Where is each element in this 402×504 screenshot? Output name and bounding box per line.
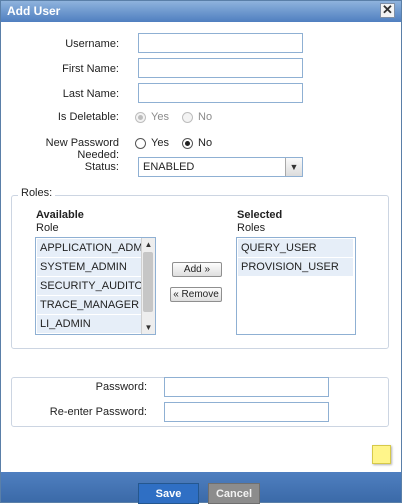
is-deletable-no-radio (182, 112, 193, 123)
dialog-title: Add User (7, 4, 61, 18)
is-deletable-yes-radio (135, 112, 146, 123)
last-name-label: Last Name: (62, 88, 119, 100)
new-password-needed-label: New Password Needed: (45, 137, 119, 161)
scroll-up-icon[interactable]: ▲ (142, 238, 155, 251)
new-password-yes-label: Yes (151, 137, 169, 149)
new-password-yes-radio[interactable] (135, 138, 146, 149)
roles-legend: Roles: (18, 187, 56, 199)
available-roles-list[interactable]: APPLICATION_ADMIN SYSTEM_ADMIN SECURITY_… (35, 237, 156, 335)
scroll-thumb[interactable] (143, 252, 153, 312)
last-name-input[interactable] (138, 83, 303, 103)
list-item[interactable]: TRACE_MANAGER (37, 296, 153, 314)
is-deletable-yes-label: Yes (151, 111, 169, 123)
list-item[interactable]: APPLICATION_ADMIN (37, 239, 154, 257)
sticky-note-icon[interactable] (372, 445, 391, 464)
list-item[interactable]: QUERY_USER (238, 239, 353, 257)
password-label: Password: (95, 381, 147, 393)
selected-roles-list[interactable]: QUERY_USER PROVISION_USER (236, 237, 356, 335)
status-label: Status: (84, 161, 119, 173)
footer-bar (1, 472, 401, 502)
list-item[interactable]: SECURITY_AUDITOR (37, 277, 153, 295)
close-icon[interactable]: ✕ (380, 3, 395, 18)
username-input[interactable] (138, 33, 303, 53)
chevron-down-icon[interactable]: ▼ (285, 158, 302, 176)
add-role-button[interactable]: Add » (172, 262, 222, 277)
selected-heading: Selected (237, 209, 283, 221)
list-item[interactable]: PROVISION_USER (238, 258, 353, 276)
selected-subheading: Roles (237, 222, 266, 234)
add-user-dialog: Add User ✕ Username: First Name: Last Na… (0, 0, 402, 503)
save-button[interactable]: Save (138, 483, 199, 504)
list-item[interactable]: LI_ADMIN (37, 315, 153, 333)
list-item[interactable]: SYSTEM_ADMIN (37, 258, 153, 276)
first-name-input[interactable] (138, 58, 303, 78)
is-deletable-no-label: No (198, 111, 213, 123)
status-value: ENABLED (143, 161, 195, 173)
new-password-no-radio[interactable] (182, 138, 193, 149)
cancel-button[interactable]: Cancel (208, 483, 260, 504)
password-input[interactable] (164, 377, 329, 397)
is-deletable-label: Is Deletable: (57, 111, 119, 123)
title-bar: Add User ✕ (1, 1, 401, 22)
available-heading: Available (36, 209, 84, 221)
reenter-password-input[interactable] (164, 402, 329, 422)
available-subheading: Role (36, 222, 59, 234)
first-name-label: First Name: (62, 63, 119, 75)
username-label: Username: (65, 38, 119, 50)
status-select[interactable]: ENABLED ▼ (138, 157, 303, 177)
scrollbar[interactable]: ▲ ▼ (141, 238, 155, 334)
scroll-down-icon[interactable]: ▼ (142, 321, 155, 334)
reenter-password-label: Re-enter Password: (49, 406, 147, 418)
new-password-no-label: No (198, 137, 213, 149)
remove-role-button[interactable]: « Remove (170, 287, 222, 302)
